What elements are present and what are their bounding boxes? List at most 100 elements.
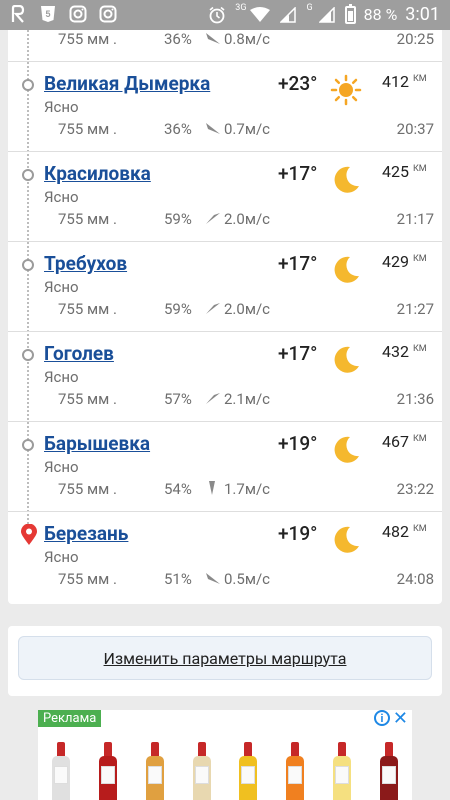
distance: 432 КМ: [382, 342, 427, 361]
arrival-time: 21:27: [396, 300, 434, 318]
temperature: +17°: [278, 252, 318, 275]
ad-image[interactable]: [38, 742, 412, 800]
pressure: 755 мм .: [58, 30, 117, 48]
city-link[interactable]: Гоголев: [44, 342, 114, 365]
city-link[interactable]: Красиловка: [44, 162, 151, 185]
distance: 425 КМ: [382, 162, 427, 181]
wind-speed: 2.0м/с: [224, 210, 270, 228]
wind-direction-icon: [206, 33, 220, 44]
city-link[interactable]: Березань: [44, 522, 128, 545]
wind-speed: 2.0м/с: [224, 300, 270, 318]
wind-speed: 0.8м/с: [224, 30, 270, 48]
bottle-image: [192, 742, 211, 800]
sun-icon: [330, 74, 362, 106]
moon-icon: [334, 436, 359, 463]
distance-value: 482: [382, 522, 409, 541]
weather-condition: Ясно: [44, 98, 79, 116]
distance-value: 467: [382, 432, 409, 451]
list-item[interactable]: Требухов Ясно +17° 429 КМ 755 мм . 59% 2.0м/с 21…: [8, 242, 442, 332]
notification-icons: 5: [8, 4, 118, 24]
humidity: 36%: [164, 120, 192, 138]
distance: 467 КМ: [382, 432, 427, 451]
pressure: 755 мм .: [58, 300, 117, 318]
distance-unit: КМ: [412, 433, 427, 444]
signal-icon: [317, 5, 337, 25]
distance: 412 КМ: [382, 72, 427, 91]
list-item[interactable]: Красиловка Ясно +17° 425 КМ 755 мм . 59% 2.0м/с…: [8, 152, 442, 242]
moon-icon: [334, 166, 359, 193]
bottle-image: [145, 742, 164, 800]
moon-icon: [334, 256, 359, 283]
weather-details: 755 мм . 36% 0.8м/с: [58, 30, 270, 48]
arrival-time: 23:22: [396, 480, 434, 498]
bottle-image: [379, 742, 398, 800]
bottle-image: [239, 742, 258, 800]
info-icon[interactable]: i: [374, 710, 390, 726]
weather-details: 755 мм . 59% 2.0м/с: [58, 210, 270, 228]
change-route-button[interactable]: Изменить параметры маршрута: [18, 636, 432, 680]
pressure: 755 мм .: [58, 210, 117, 228]
wind-direction-icon: [206, 213, 220, 224]
pressure: 755 мм .: [58, 390, 117, 408]
temperature: +23°: [278, 72, 318, 95]
stop-marker: [22, 79, 34, 91]
bottle-image: [52, 742, 71, 800]
battery-icon: [344, 3, 356, 24]
humidity: 59%: [164, 300, 192, 318]
humidity: 59%: [164, 210, 192, 228]
arrival-time: 24:08: [396, 570, 434, 588]
destination-pin-icon: [21, 524, 37, 545]
stop-marker: [22, 169, 34, 181]
weather-condition: Ясно: [44, 368, 79, 386]
weather-condition: Ясно: [44, 548, 79, 566]
network-type-2: G: [306, 2, 313, 13]
alarm-icon: [207, 5, 227, 25]
stop-marker: [22, 349, 34, 361]
weather-details: 755 мм . 59% 2.0м/с: [58, 300, 270, 318]
city-link[interactable]: Барышевка: [44, 432, 150, 455]
humidity: 36%: [164, 30, 192, 48]
humidity: 54%: [164, 480, 192, 498]
signal-icon: [278, 5, 298, 25]
wind-direction-icon: [209, 481, 215, 495]
list-item[interactable]: Гоголев Ясно +17° 432 КМ 755 мм . 57% 2.1м/с 21:…: [8, 332, 442, 422]
city-link[interactable]: Требухов: [44, 252, 127, 275]
svg-text:5: 5: [45, 9, 50, 19]
arrival-time: 21:17: [396, 210, 434, 228]
moon-icon: [334, 346, 359, 373]
distance-unit: КМ: [412, 163, 427, 174]
distance: 482 КМ: [382, 522, 427, 541]
distance-value: 429: [382, 252, 409, 271]
humidity: 51%: [164, 570, 192, 588]
weather-details: 755 мм . 51% 0.5м/с: [58, 570, 270, 588]
network-type: 3G: [235, 2, 247, 13]
city-link[interactable]: Великая Дымерка: [44, 72, 210, 95]
weather-condition: Ясно: [44, 278, 79, 296]
list-item[interactable]: Великая Дымерка Ясно +23° 412 КМ 755 мм . 36% 0…: [8, 62, 442, 152]
temperature: +19°: [278, 522, 318, 545]
list-item[interactable]: Барышевка Ясно +19° 467 КМ 755 мм . 54% 1.7м/с 2…: [8, 422, 442, 512]
route-weather-list[interactable]: 755 мм . 36% 0.8м/с 20:25 Великая Дымерк…: [8, 30, 442, 604]
stop-marker: [22, 439, 34, 451]
wind-direction-icon: [206, 123, 220, 134]
status-bar: 5 3G G 88 % 3:01: [0, 0, 450, 30]
arrival-time: 21:36: [396, 390, 434, 408]
wind-speed: 1.7м/с: [224, 480, 270, 498]
distance-unit: КМ: [412, 73, 427, 84]
weather-details: 755 мм . 36% 0.7м/с: [58, 120, 270, 138]
bottle-image: [332, 742, 351, 800]
distance-unit: КМ: [412, 253, 427, 264]
wind-direction-icon: [206, 573, 220, 584]
pressure: 755 мм .: [58, 120, 117, 138]
distance-unit: КМ: [412, 343, 427, 354]
weather-condition: Ясно: [44, 188, 79, 206]
close-icon[interactable]: ✕: [393, 710, 408, 729]
wind-direction-icon: [206, 303, 220, 314]
list-item[interactable]: Березань Ясно +19° 482 КМ 755 мм . 51% 0.5м/с 24…: [8, 512, 442, 602]
humidity: 57%: [164, 390, 192, 408]
arrival-time: 20:37: [396, 120, 434, 138]
wifi-icon: [250, 5, 271, 25]
advertisement[interactable]: Реклама i ✕: [38, 710, 412, 800]
bottle-image: [286, 742, 305, 800]
system-icons: 3G G 88 % 3:01: [207, 2, 440, 25]
